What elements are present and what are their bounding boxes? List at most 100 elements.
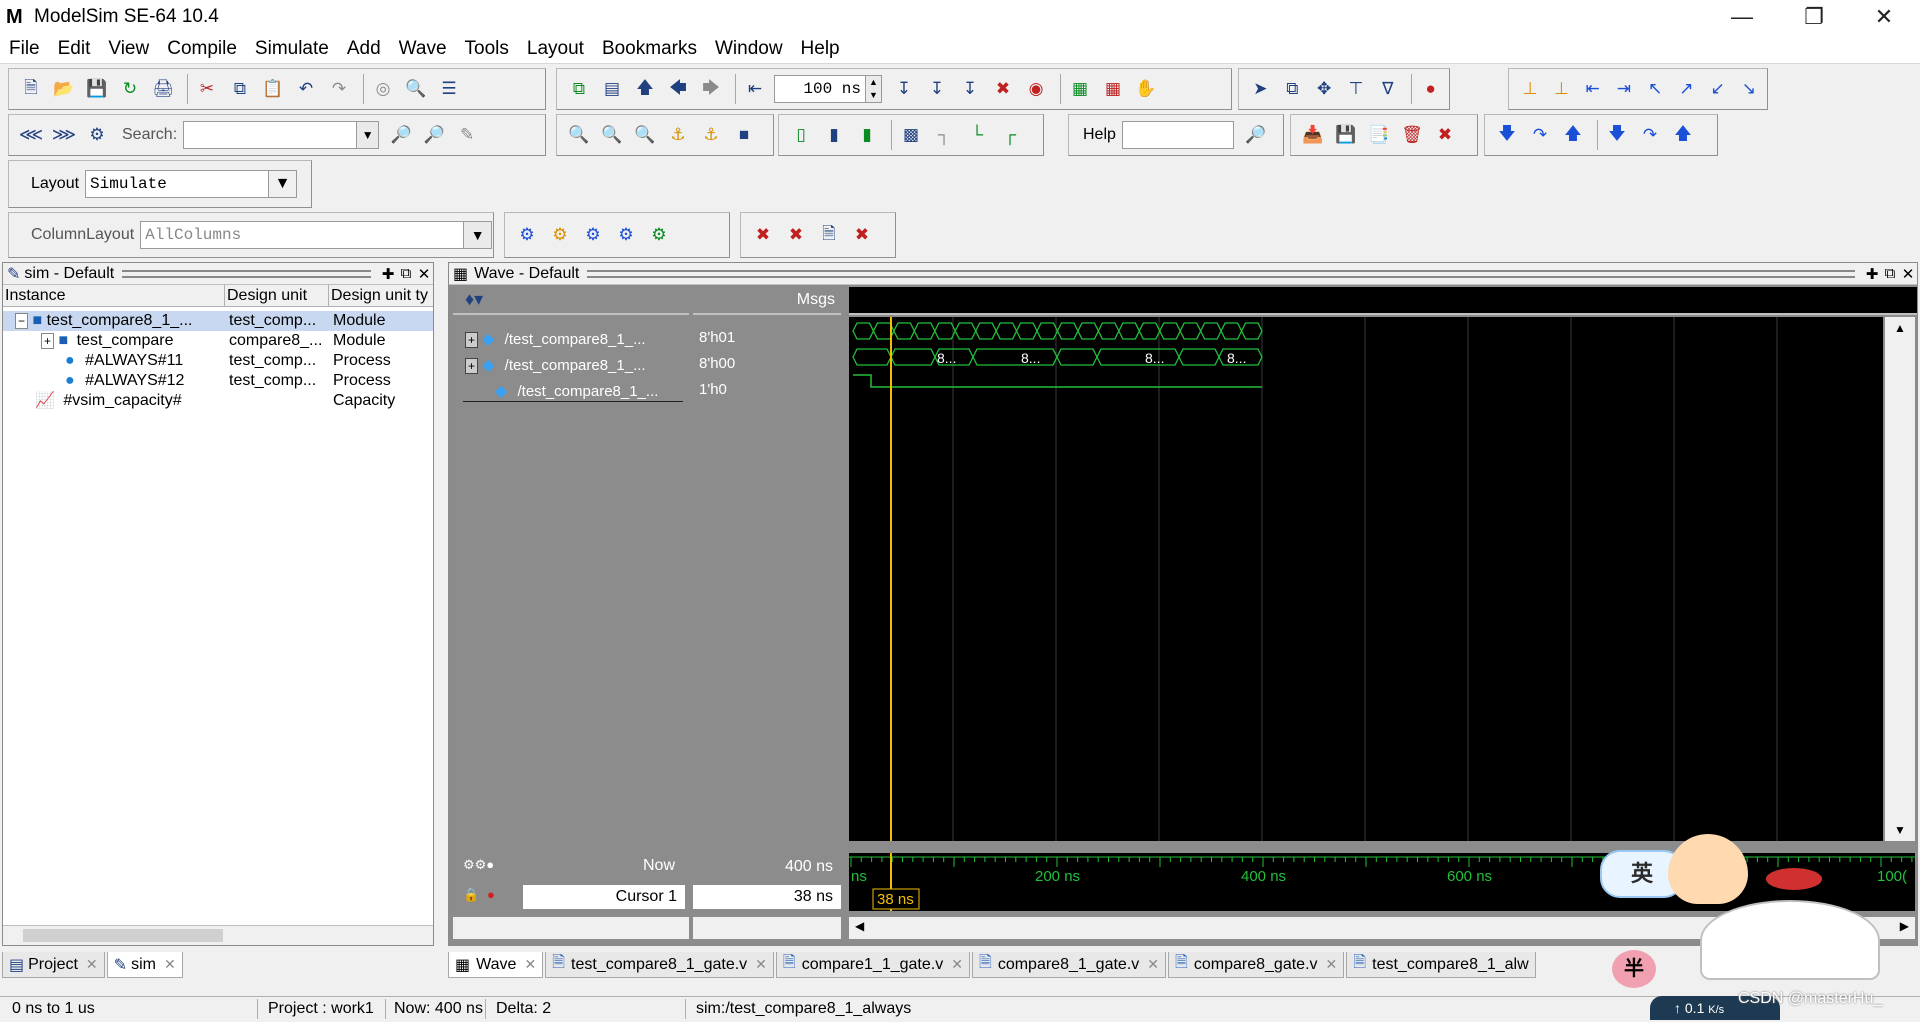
wave-signal-row[interactable]: ◆ /test_compare8_1_... (495, 381, 658, 401)
wave-delete-icon[interactable]: ✖ (848, 221, 876, 249)
scroll-up-icon[interactable]: ▲ (1885, 321, 1915, 335)
edit-mode-icon[interactable]: ⊤ (1343, 75, 1370, 103)
load-dataset-icon[interactable]: 📥 (1299, 121, 1327, 149)
format-analog-icon[interactable]: ▩ (897, 121, 925, 149)
redo-icon[interactable]: ↷ (325, 75, 353, 103)
memory-icon[interactable]: ▦ (1099, 75, 1127, 103)
save-icon[interactable]: 💾 (83, 75, 111, 103)
zoom-between-icon[interactable]: ⚓ (697, 121, 725, 149)
wave-signal-row[interactable]: + ◆ /test_compare8_1_... (465, 355, 646, 375)
tab-close-icon[interactable]: ✕ (1326, 956, 1338, 973)
step-into-icon[interactable]: 🡇 (1493, 121, 1521, 149)
menu-file[interactable]: File (0, 38, 49, 60)
menu-window[interactable]: Window (706, 38, 792, 60)
panel-grip[interactable] (122, 269, 371, 278)
layout-select[interactable]: Simulate (85, 170, 270, 198)
column-edit-icon[interactable]: ⚙ (546, 221, 574, 249)
wave-cut-icon[interactable]: ✖ (749, 221, 777, 249)
column-config-icon[interactable]: ⚙ (579, 221, 607, 249)
format-event-icon[interactable]: ▮ (853, 121, 881, 149)
reload-icon[interactable]: ↻ (116, 75, 144, 103)
zoom-full-icon[interactable]: 🔍 (631, 121, 659, 149)
break-icon[interactable]: ✖ (989, 75, 1017, 103)
wave-doc-icon[interactable]: 🗎 (815, 221, 843, 249)
column-apply-icon[interactable]: ⚙ (645, 221, 673, 249)
menu-compile[interactable]: Compile (158, 38, 246, 60)
column-add-icon[interactable]: ⚙ (513, 221, 541, 249)
next-falling-icon[interactable]: ↗ (1673, 75, 1699, 103)
menu-bookmarks[interactable]: Bookmarks (593, 38, 706, 60)
tab-close-icon[interactable]: ✕ (1147, 956, 1159, 973)
edge-any-icon[interactable]: ┌ (996, 121, 1024, 149)
close-dataset-icon[interactable]: 🗑 (1398, 121, 1426, 149)
compile-icon[interactable]: ◎ (369, 75, 397, 103)
print-icon[interactable]: 🖨 (149, 75, 177, 103)
prev-falling-icon[interactable]: ↖ (1642, 75, 1668, 103)
restore-button[interactable]: ❐ (1778, 0, 1850, 34)
now-tools-icon[interactable]: ⚙⚙● (463, 857, 494, 873)
search-next-icon[interactable]: 🔎 (420, 121, 448, 149)
zoom-region-icon[interactable]: ■ (730, 121, 758, 149)
next-edge-icon[interactable]: ⇥ (1611, 75, 1637, 103)
close-button[interactable]: ✕ (1848, 0, 1920, 34)
menu-simulate[interactable]: Simulate (246, 38, 338, 60)
tab-project[interactable]: ▤ Project ✕ (2, 952, 105, 978)
delete-cursor-icon[interactable]: ⊥ (1548, 75, 1574, 103)
tree-row[interactable]: − ■ test_compare8_1_... test_comp... Mod… (3, 311, 433, 331)
column-design-unit-type[interactable]: Design unit ty (329, 285, 433, 306)
search-input[interactable] (183, 121, 358, 149)
new-file-icon[interactable]: 🗎 (17, 75, 45, 103)
menu-layout[interactable]: Layout (518, 38, 593, 60)
tree-row[interactable]: ● #ALWAYS#12 test_comp... Process (3, 371, 433, 391)
prev-rising-icon[interactable]: ↙ (1705, 75, 1731, 103)
step-into-current-icon[interactable]: 🡇 (1603, 121, 1631, 149)
zoom-mode-icon[interactable]: ⧉ (1279, 75, 1306, 103)
column-layout-select[interactable]: AllColumns (140, 221, 465, 249)
zoom-out-icon[interactable]: 🔍 (598, 121, 626, 149)
save-dataset-icon[interactable]: 💾 (1332, 121, 1360, 149)
scroll-right-icon[interactable]: ▶ (1900, 919, 1909, 933)
forward-icon[interactable]: 🡆 (697, 75, 725, 103)
column-layout-dropdown-icon[interactable]: ▼ (464, 221, 493, 249)
delete-dataset-icon[interactable]: ✖ (1431, 121, 1459, 149)
tab-close-icon[interactable]: ✕ (164, 956, 176, 973)
collapse-toggle-icon[interactable]: − (15, 313, 29, 329)
tree-row[interactable]: + ■ test_compare compare8_... Module (3, 331, 433, 351)
run-length-field[interactable]: 100 ns (774, 75, 866, 103)
tree-row[interactable]: 📈 #vsim_capacity# Capacity (3, 391, 433, 411)
prev-edge-icon[interactable]: ⇤ (1580, 75, 1606, 103)
sim-horizontal-scrollbar[interactable] (3, 925, 433, 945)
search-dropdown-icon[interactable]: ▼ (357, 121, 380, 149)
undo-icon[interactable]: ↶ (292, 75, 320, 103)
menu-tools[interactable]: Tools (456, 38, 518, 60)
expand-toggle-icon[interactable]: + (465, 332, 479, 348)
tab-file[interactable]: 🗎 test_compare8_1_gate.v ✕ (545, 952, 774, 978)
step-over-current-icon[interactable]: ↷ (1636, 121, 1664, 149)
tab-file[interactable]: 🗎 compare8_1_gate.v ✕ (971, 952, 1166, 978)
wave-canvas[interactable]: 8... 8... 8... 8... (849, 317, 1883, 841)
panel-close-icon[interactable]: ✕ (1899, 265, 1917, 283)
help-search-icon[interactable]: 🔎 (1242, 121, 1270, 149)
tab-close-icon[interactable]: ✕ (524, 956, 536, 973)
search-clear-icon[interactable]: ✎ (453, 121, 481, 149)
run-icon[interactable]: ↧ (890, 75, 918, 103)
copy-icon[interactable]: ⧉ (226, 75, 254, 103)
minimize-button[interactable]: — (1706, 0, 1778, 34)
format-literal-icon[interactable]: ▯ (787, 121, 815, 149)
edge-rise-icon[interactable]: ┐ (930, 121, 958, 149)
column-view-icon[interactable]: ⚙ (612, 221, 640, 249)
scroll-down-icon[interactable]: ▼ (1885, 823, 1915, 837)
tab-file[interactable]: 🗎 compare8_gate.v ✕ (1168, 952, 1345, 978)
cursor-delete-icon[interactable]: ● (487, 887, 495, 902)
column-design-unit[interactable]: Design unit (225, 285, 329, 306)
tab-close-icon[interactable]: ✕ (86, 956, 98, 973)
continue-icon[interactable]: ↧ (923, 75, 951, 103)
panel-grip[interactable] (587, 269, 1855, 278)
cursor-name[interactable]: Cursor 1 (523, 885, 685, 909)
stop-icon[interactable]: ◉ (1022, 75, 1050, 103)
menu-wave[interactable]: Wave (390, 38, 456, 60)
edge-fall-icon[interactable]: └ (963, 121, 991, 149)
layout-dropdown-icon[interactable]: ▼ (269, 170, 298, 198)
tab-file[interactable]: 🗎 compare1_1_gate.v ✕ (775, 952, 970, 978)
menu-add[interactable]: Add (338, 38, 390, 60)
